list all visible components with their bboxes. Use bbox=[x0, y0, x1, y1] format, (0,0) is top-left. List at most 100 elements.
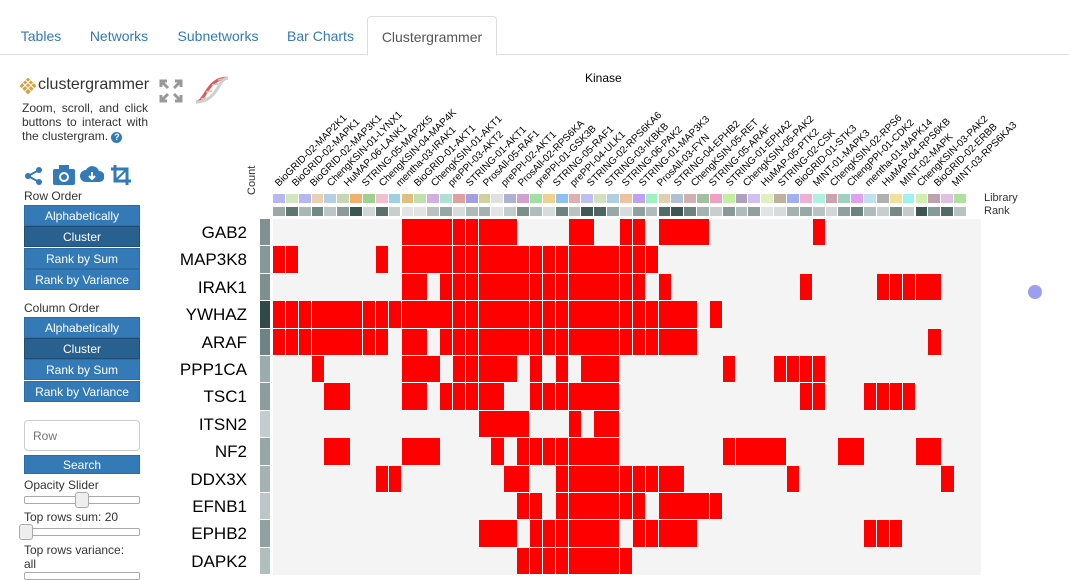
heatmap-cell[interactable] bbox=[799, 273, 814, 302]
heatmap-cell[interactable] bbox=[568, 246, 582, 274]
heatmap-cell[interactable] bbox=[478, 410, 492, 439]
heatmap-cell[interactable] bbox=[517, 410, 531, 439]
heatmap-cell[interactable] bbox=[504, 219, 518, 247]
heatmap-cell[interactable] bbox=[671, 219, 685, 247]
heatmap-cell[interactable] bbox=[452, 301, 467, 329]
heatmap-cell[interactable] bbox=[401, 273, 415, 302]
heatmap-cell[interactable] bbox=[542, 273, 557, 302]
heatmap-cell[interactable] bbox=[594, 520, 608, 548]
heatmap-cell[interactable] bbox=[542, 328, 557, 356]
top-rows-sum-slider[interactable] bbox=[19, 524, 140, 540]
heatmap-cell[interactable] bbox=[619, 273, 634, 302]
heatmap-cell[interactable] bbox=[491, 410, 505, 439]
heatmap-cell[interactable] bbox=[465, 328, 480, 356]
heatmap-cell[interactable] bbox=[401, 438, 415, 466]
search-button[interactable]: Search bbox=[24, 455, 140, 474]
heatmap-cell[interactable] bbox=[427, 301, 441, 329]
row-label[interactable]: MAP3K8 bbox=[180, 250, 247, 270]
heatmap-cell[interactable] bbox=[285, 246, 300, 274]
heatmap-cell[interactable] bbox=[941, 465, 955, 493]
heatmap-cell[interactable] bbox=[876, 520, 891, 548]
row-label[interactable]: DDX3X bbox=[190, 470, 247, 490]
heatmap-cell[interactable] bbox=[722, 438, 737, 466]
heatmap-cell[interactable] bbox=[645, 520, 659, 548]
heatmap-cell[interactable] bbox=[478, 246, 492, 274]
heatmap-cell[interactable] bbox=[530, 547, 544, 576]
row-label[interactable]: TSC1 bbox=[204, 387, 247, 407]
heatmap-cell[interactable] bbox=[581, 520, 595, 548]
heatmap-cell[interactable] bbox=[362, 328, 377, 356]
row-order-alpha-button[interactable]: Alphabetically bbox=[24, 205, 140, 226]
heatmap-cell[interactable] bbox=[709, 493, 724, 521]
heatmap-cell[interactable] bbox=[337, 383, 351, 411]
heatmap-cell[interactable] bbox=[504, 465, 518, 493]
heatmap-cell[interactable] bbox=[902, 383, 916, 411]
heatmap-cell[interactable] bbox=[876, 273, 891, 302]
opacity-slider-handle[interactable] bbox=[75, 492, 89, 508]
heatmap-cell[interactable] bbox=[478, 273, 492, 302]
top-rows-sum-handle[interactable] bbox=[19, 524, 33, 540]
heatmap-cell[interactable] bbox=[452, 273, 467, 302]
heatmap-cell[interactable] bbox=[594, 246, 608, 274]
heatmap-cell[interactable] bbox=[504, 273, 518, 302]
heatmap-cell[interactable] bbox=[645, 465, 659, 493]
heatmap-cell[interactable] bbox=[555, 465, 570, 493]
heatmap-cell[interactable] bbox=[350, 301, 364, 329]
heatmap-cell[interactable] bbox=[581, 438, 595, 466]
heatmap-cell[interactable] bbox=[607, 547, 621, 576]
heatmap-cell[interactable] bbox=[607, 520, 621, 548]
heatmap-cell[interactable] bbox=[440, 383, 454, 411]
heatmap-cell[interactable] bbox=[607, 246, 621, 274]
heatmap-cell[interactable] bbox=[285, 328, 300, 356]
heatmap-cell[interactable] bbox=[298, 328, 313, 356]
heatmap-cell[interactable] bbox=[581, 219, 595, 247]
heatmap-cell[interactable] bbox=[607, 410, 621, 439]
heatmap-cell[interactable] bbox=[517, 328, 531, 356]
heatmap-cell[interactable] bbox=[568, 438, 582, 466]
heatmap-cell[interactable] bbox=[658, 219, 672, 247]
heatmap-cell[interactable] bbox=[902, 273, 916, 302]
heatmap-cell[interactable] bbox=[645, 328, 659, 356]
heatmap-cell[interactable] bbox=[812, 219, 827, 247]
heatmap-cell[interactable] bbox=[350, 328, 364, 356]
heatmap-cell[interactable] bbox=[542, 438, 557, 466]
heatmap-cell[interactable] bbox=[684, 301, 698, 329]
heatmap-cell[interactable] bbox=[337, 301, 351, 329]
heatmap-cell[interactable] bbox=[478, 301, 492, 329]
heatmap-cell[interactable] bbox=[388, 301, 402, 329]
heatmap-cell[interactable] bbox=[440, 301, 454, 329]
heatmap-cell[interactable] bbox=[658, 465, 672, 493]
heatmap-cell[interactable] bbox=[851, 438, 865, 466]
heatmap-cell[interactable] bbox=[555, 547, 570, 576]
heatmap-cell[interactable] bbox=[594, 301, 608, 329]
heatmap-cell[interactable] bbox=[619, 465, 634, 493]
heatmap-cell[interactable] bbox=[671, 465, 685, 493]
camera-icon[interactable] bbox=[52, 164, 76, 186]
heatmap-cell[interactable] bbox=[465, 246, 480, 274]
heatmap-cell[interactable] bbox=[619, 493, 634, 521]
heatmap-cell[interactable] bbox=[658, 520, 672, 548]
heatmap-cell[interactable] bbox=[324, 383, 338, 411]
heatmap-cell[interactable] bbox=[864, 383, 878, 411]
heatmap-cell[interactable] bbox=[414, 246, 428, 274]
heatmap-cell[interactable] bbox=[517, 246, 531, 274]
heatmap-cell[interactable] bbox=[324, 328, 338, 356]
heatmap-cell[interactable] bbox=[517, 301, 531, 329]
heatmap-cell[interactable] bbox=[619, 246, 634, 274]
heatmap-cell[interactable] bbox=[504, 301, 518, 329]
heatmap-cell[interactable] bbox=[671, 493, 685, 521]
heatmap-cell[interactable] bbox=[324, 301, 338, 329]
heatmap-cell[interactable] bbox=[671, 328, 685, 356]
heatmap-cell[interactable] bbox=[517, 547, 531, 576]
heatmap-cell[interactable] bbox=[542, 301, 557, 329]
heatmap-cell[interactable] bbox=[452, 328, 467, 356]
heatmap-cell[interactable] bbox=[607, 328, 621, 356]
heatmap-cell[interactable] bbox=[555, 246, 570, 274]
heatmap-cell[interactable] bbox=[697, 493, 711, 521]
heatmap-cell[interactable] bbox=[375, 301, 390, 329]
row-order-sum-button[interactable]: Rank by Sum bbox=[24, 248, 140, 269]
heatmap-cell[interactable] bbox=[774, 438, 788, 466]
row-label[interactable]: ITSN2 bbox=[199, 415, 247, 435]
heatmap-cell[interactable] bbox=[607, 465, 621, 493]
heatmap-cell[interactable] bbox=[440, 273, 454, 302]
